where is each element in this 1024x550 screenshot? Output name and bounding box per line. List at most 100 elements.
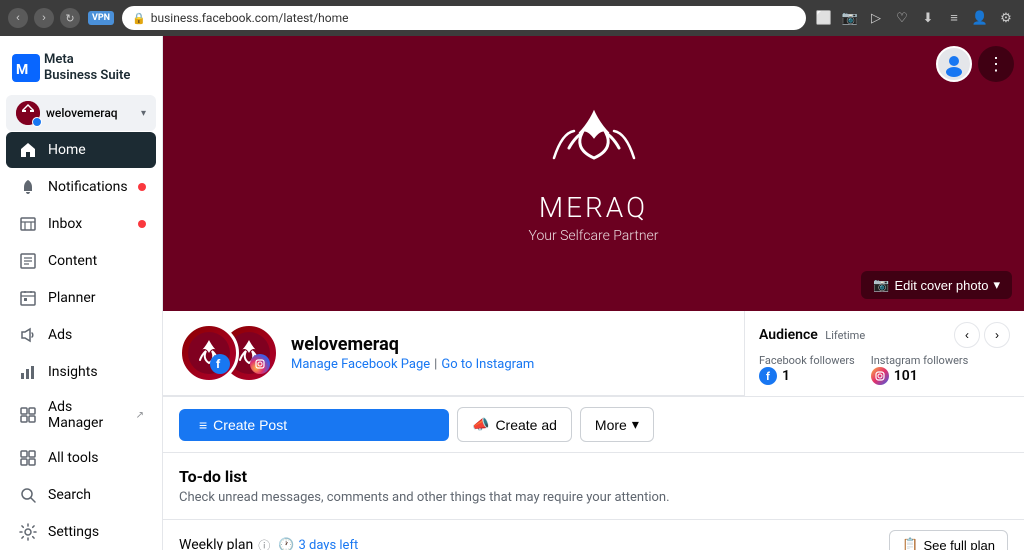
url-text: business.facebook.com/latest/home <box>151 11 349 25</box>
planner-nav-label: Planner <box>48 290 95 306</box>
todo-section: To-do list Check unread messages, commen… <box>163 453 1024 520</box>
cover-area: MERAQ Your Selfcare Partner ⋮ 📷 Edit cov… <box>163 36 1024 311</box>
search-nav-icon <box>18 485 38 505</box>
weekly-plan-row: Weekly plan ⓘ 🕐 3 days left 📋 See full p… <box>163 520 1024 550</box>
profile-row: f <box>163 311 744 396</box>
audience-prev-button[interactable]: ‹ <box>954 322 980 348</box>
go-to-instagram-link[interactable]: Go to Instagram <box>441 357 534 372</box>
extensions-button[interactable]: ⚙ <box>996 8 1016 28</box>
see-full-plan-button[interactable]: 📋 See full plan <box>889 530 1008 550</box>
all-tools-nav-icon <box>18 448 38 468</box>
back-button[interactable]: ‹ <box>8 8 28 28</box>
sidebar-item-ads-manager[interactable]: Ads Manager ↗ <box>6 391 156 439</box>
plan-icon: 📋 <box>902 537 918 550</box>
sidebar-item-all-tools[interactable]: All tools <box>6 440 156 476</box>
audience-next-button[interactable]: › <box>984 322 1010 348</box>
ads-nav-icon <box>18 325 38 345</box>
svg-text:M: M <box>16 62 28 78</box>
audience-lifetime-label: Lifetime <box>825 329 865 342</box>
top-right-actions: ⋮ <box>936 46 1014 82</box>
cover-actions: 📷 Edit cover photo ▾ <box>861 271 1012 299</box>
app-layout: M Meta Business Suite welovemeraq ▾ Hom <box>0 36 1024 550</box>
sidebar-item-settings[interactable]: Settings <box>6 514 156 550</box>
audience-stats: Facebook followers f 1 Instagram followe… <box>759 354 1010 385</box>
ads-manager-nav-label: Ads Manager <box>48 399 126 431</box>
brand-tagline: Your Selfcare Partner <box>529 228 659 244</box>
nav-items-container: Home Notifications Inbox Content Planner Ads I… <box>0 131 162 550</box>
inbox-nav-label: Inbox <box>48 216 82 232</box>
manage-fb-page-link[interactable]: Manage Facebook Page <box>291 357 430 372</box>
notifications-nav-label: Notifications <box>48 179 128 195</box>
fb-followers-stat: Facebook followers f 1 <box>759 354 855 385</box>
browser-controls: ‹ › ↻ <box>8 8 80 28</box>
edit-cover-chevron: ▾ <box>993 277 1000 293</box>
profile-avatar-facebook: f <box>179 323 239 383</box>
meta-business-suite-label: Meta Business Suite <box>44 52 130 83</box>
action-bar: ≡ Create Post 📣 Create ad More ▾ <box>163 397 1024 453</box>
address-bar[interactable]: 🔒 business.facebook.com/latest/home <box>122 6 806 30</box>
more-button[interactable]: More ▾ <box>580 407 654 442</box>
weekly-plan-info-icon: ⓘ <box>258 537 270 550</box>
tab-action-1[interactable]: ⬜ <box>814 8 834 28</box>
tab-action-2[interactable]: 📷 <box>840 8 860 28</box>
meta-icon: M <box>12 54 40 82</box>
weekly-plan-label: Weekly plan ⓘ <box>179 537 270 550</box>
create-post-icon: ≡ <box>199 417 207 433</box>
ads-manager-external-icon: ↗ <box>136 410 144 421</box>
tab-action-3[interactable]: ▷ <box>866 8 886 28</box>
edit-cover-button[interactable]: 📷 Edit cover photo ▾ <box>861 271 1012 299</box>
profile-info: welovemeraq Manage Facebook Page | Go to… <box>291 334 728 372</box>
brand-name: MERAQ <box>539 191 648 224</box>
sidebar-item-planner[interactable]: Planner <box>6 280 156 316</box>
audience-nav: ‹ › <box>954 322 1010 348</box>
sidebar-item-home[interactable]: Home <box>6 132 156 168</box>
audience-title: Audience <box>759 327 818 343</box>
sidebar-item-ads[interactable]: Ads <box>6 317 156 353</box>
tab-action-6[interactable]: ≡ <box>944 8 964 28</box>
tab-action-4[interactable]: ♡ <box>892 8 912 28</box>
tab-action-7[interactable]: 👤 <box>970 8 990 28</box>
fb-followers-count: 1 <box>782 368 790 384</box>
camera-icon: 📷 <box>873 277 889 293</box>
profile-avatars: f <box>179 323 279 383</box>
account-avatar <box>16 101 40 125</box>
home-nav-icon <box>18 140 38 160</box>
inbox-badge <box>138 220 146 228</box>
profile-audience-row: f <box>163 311 1024 397</box>
sidebar-item-insights[interactable]: Insights <box>6 354 156 390</box>
ig-followers-count: 101 <box>894 368 918 384</box>
audience-section: Audience Lifetime ‹ › Facebook followers <box>744 311 1024 396</box>
account-selector[interactable]: welovemeraq ▾ <box>6 95 156 131</box>
ads-manager-nav-icon <box>18 405 38 425</box>
forward-button[interactable]: › <box>34 8 54 28</box>
ig-icon <box>871 367 889 385</box>
create-post-button[interactable]: ≡ Create Post <box>179 409 449 441</box>
insights-nav-label: Insights <box>48 364 98 380</box>
meraq-logo-svg <box>534 103 654 183</box>
account-name: welovemeraq <box>46 106 135 120</box>
create-ad-button[interactable]: 📣 Create ad <box>457 407 572 442</box>
all-tools-nav-label: All tools <box>48 450 98 466</box>
ig-followers-stat: Instagram followers 101 <box>871 354 969 385</box>
content-nav-icon <box>18 251 38 271</box>
sidebar-item-notifications[interactable]: Notifications <box>6 169 156 205</box>
account-fb-badge <box>32 117 42 127</box>
refresh-button[interactable]: ↻ <box>60 8 80 28</box>
sidebar-item-search[interactable]: Search <box>6 477 156 513</box>
notifications-nav-icon <box>18 177 38 197</box>
cover-menu-button[interactable]: ⋮ <box>978 46 1014 82</box>
fb-followers-count-row: f 1 <box>759 367 855 385</box>
ig-followers-count-row: 101 <box>871 367 969 385</box>
fb-icon: f <box>759 367 777 385</box>
sidebar-item-content[interactable]: Content <box>6 243 156 279</box>
megaphone-icon: 📣 <box>472 416 489 433</box>
top-avatar[interactable] <box>936 46 972 82</box>
sidebar-item-inbox[interactable]: Inbox <box>6 206 156 242</box>
link-separator: | <box>434 357 437 372</box>
tab-action-5[interactable]: ⬇ <box>918 8 938 28</box>
main-content: MERAQ Your Selfcare Partner ⋮ 📷 Edit cov… <box>163 36 1024 550</box>
fb-followers-label: Facebook followers <box>759 354 855 367</box>
more-chevron-icon: ▾ <box>632 416 639 433</box>
account-chevron-icon: ▾ <box>141 108 146 119</box>
svg-text:f: f <box>216 357 221 371</box>
